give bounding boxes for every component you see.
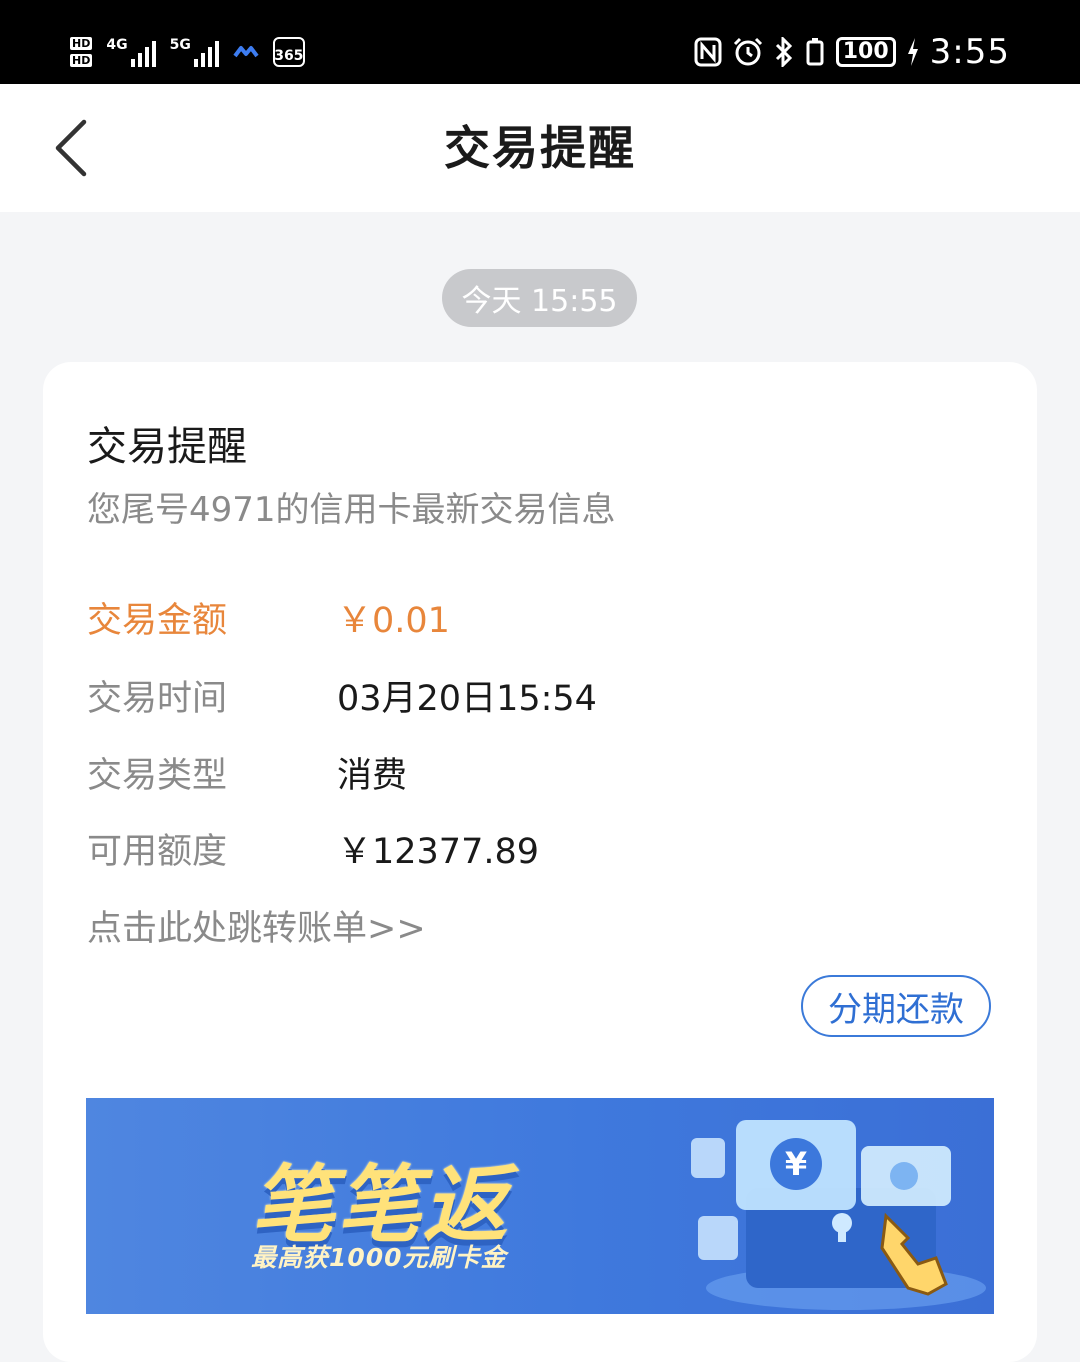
hd-badge-2: HD — [70, 54, 93, 67]
nav-bar: 交易提醒 — [0, 84, 1080, 212]
page-title: 交易提醒 — [444, 121, 636, 175]
yuan-coin-icon: ¥ — [785, 1145, 807, 1183]
installment-button[interactable]: 分期还款 — [801, 975, 991, 1037]
signal-bars-icon — [193, 37, 219, 67]
credit-label: 可用额度 — [87, 832, 228, 872]
calendar-app-icon: 365 — [272, 37, 305, 67]
banner-subtitle: 最高获1000元刷卡金 — [251, 1243, 507, 1272]
message-timestamp: 今天 15:55 — [442, 269, 637, 327]
status-right: 100 3:55 — [694, 30, 1010, 74]
promo-banner[interactable]: 笔笔返 最高获1000元刷卡金 ¥ — [86, 1098, 994, 1314]
app-notification-icon — [233, 46, 259, 58]
transaction-card: 交易提醒 您尾号4971的信用卡最新交易信息 交易金额 ￥0.01 交易时间 0… — [43, 362, 1037, 1362]
card-title: 交易提醒 — [87, 424, 247, 470]
banner-illustration: ¥ — [691, 1120, 986, 1310]
hd-indicators: HD HD — [70, 37, 93, 67]
time-value: 03月20日15:54 — [337, 679, 597, 719]
status-left: HD HD 4G 5G 365 — [70, 30, 305, 74]
bill-link[interactable]: 点击此处跳转账单>> — [87, 900, 426, 951]
signal-4g: 4G — [106, 37, 156, 67]
type-label: 交易类型 — [87, 756, 228, 796]
signal-bars-icon — [130, 37, 156, 67]
network-4g-label: 4G — [106, 37, 128, 53]
amount-value: ￥0.01 — [337, 601, 450, 641]
hd-badge-1: HD — [70, 37, 93, 50]
time-label: 交易时间 — [87, 679, 228, 719]
nfc-icon — [694, 37, 722, 67]
vibrate-battery-icon — [804, 37, 826, 67]
clock: 3:55 — [929, 32, 1010, 72]
network-5g-label: 5G — [169, 37, 191, 53]
credit-value: ￥12377.89 — [337, 832, 540, 872]
bluetooth-icon — [774, 37, 794, 67]
battery-level: 100 — [835, 37, 896, 67]
alarm-icon — [732, 37, 764, 67]
amount-label: 交易金额 — [87, 601, 228, 641]
type-value: 消费 — [337, 756, 408, 796]
charging-icon — [906, 37, 920, 67]
status-bar: HD HD 4G 5G 365 100 3:55 — [0, 0, 1080, 84]
card-subtitle: 您尾号4971的信用卡最新交易信息 — [87, 490, 616, 530]
signal-5g: 5G — [170, 37, 219, 67]
